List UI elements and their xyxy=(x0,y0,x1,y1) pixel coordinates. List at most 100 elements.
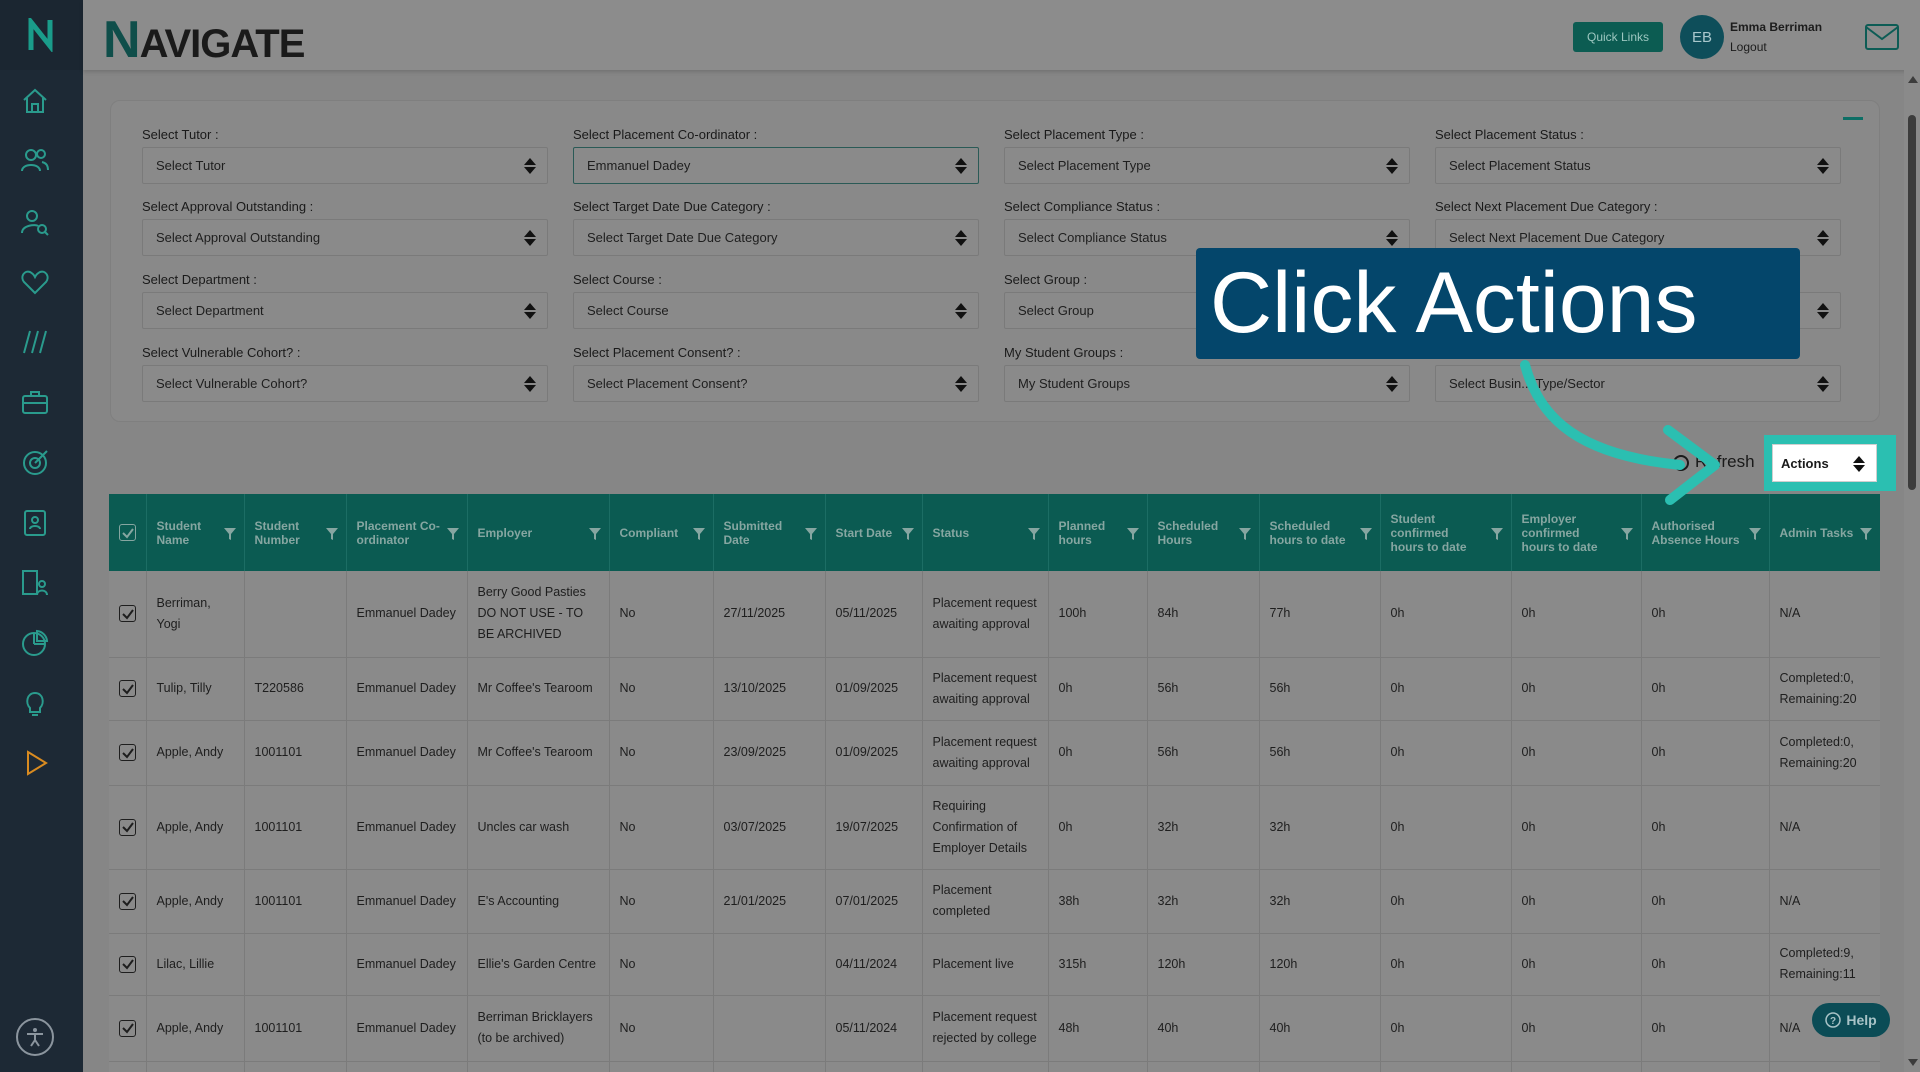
column-header-student-number[interactable]: Student Number xyxy=(244,494,347,571)
filter-icon[interactable] xyxy=(1126,527,1139,541)
filter-icon[interactable] xyxy=(1620,527,1633,541)
filter-icon[interactable] xyxy=(1748,527,1761,541)
filter-select[interactable]: My Student Groups xyxy=(1004,365,1410,402)
row-checkbox[interactable] xyxy=(119,818,136,836)
navigate-logo-icon[interactable] xyxy=(0,0,83,70)
home-icon[interactable] xyxy=(18,84,52,118)
table-cell: Placement request awaiting approval xyxy=(922,657,1049,721)
scroll-up-icon[interactable] xyxy=(1908,76,1918,83)
table-row[interactable]: Apple, Andy 1001101 Emmanuel Dadey Berriman… xyxy=(109,995,1880,1062)
filter-select[interactable]: Select Tutor xyxy=(142,147,548,184)
heart-icon[interactable] xyxy=(18,265,52,299)
filter-select[interactable]: Select Placement Consent? xyxy=(573,365,979,402)
collapse-panel-icon[interactable] xyxy=(1843,117,1863,120)
filter-icon[interactable] xyxy=(1490,527,1503,541)
table-cell: 0h xyxy=(1380,995,1512,1062)
filter-select[interactable]: Select Placement Type xyxy=(1004,147,1410,184)
target-icon[interactable] xyxy=(18,446,52,480)
filter-icon[interactable] xyxy=(325,527,338,541)
play-icon[interactable] xyxy=(18,746,52,780)
column-header-start-date[interactable]: Start Date xyxy=(825,494,923,571)
row-checkbox[interactable] xyxy=(119,1019,136,1037)
filter-select[interactable]: Select Course xyxy=(573,292,979,329)
filter-value: Select Placement Consent? xyxy=(587,376,748,391)
select-all-checkbox[interactable] xyxy=(119,524,136,541)
column-header-compliant[interactable]: Compliant xyxy=(609,494,714,571)
select-all-header[interactable] xyxy=(109,494,147,571)
table-cell: Apple, Andy xyxy=(146,869,245,934)
row-checkbox[interactable] xyxy=(119,744,136,761)
lightbulb-icon[interactable] xyxy=(18,686,52,720)
column-header-student-confirmed-hours-to-date[interactable]: Student confirmed hours to date xyxy=(1380,494,1512,571)
actions-select[interactable]: Actions xyxy=(1772,444,1877,482)
column-header-employer[interactable]: Employer xyxy=(467,494,610,571)
column-header-planned-hours[interactable]: Planned hours xyxy=(1048,494,1148,571)
help-button[interactable]: ? Help xyxy=(1812,1003,1890,1037)
table-cell: 32h xyxy=(1147,869,1260,934)
briefcase-icon[interactable] xyxy=(18,385,52,419)
column-header-scheduled-hours-to-date[interactable]: Scheduled hours to date xyxy=(1259,494,1381,571)
row-checkbox[interactable] xyxy=(119,892,136,910)
column-header-status[interactable]: Status xyxy=(922,494,1049,571)
filter-icon[interactable] xyxy=(901,527,914,541)
table-cell: Mr Coffee's Tearoom xyxy=(467,720,610,786)
filter-icon[interactable] xyxy=(588,527,601,541)
filter-icon[interactable] xyxy=(1238,527,1251,541)
scroll-thumb[interactable] xyxy=(1908,115,1916,490)
table-cell: 56h xyxy=(1147,720,1260,786)
table-cell: Emmanuel Dadey xyxy=(346,869,468,934)
table-row[interactable]: Berriman, Yogi Emmanuel Dadey Berry Good P… xyxy=(109,571,1880,658)
pie-chart-icon[interactable] xyxy=(18,626,52,660)
filter-icon[interactable] xyxy=(804,527,817,541)
row-select-cell xyxy=(109,571,147,658)
accessibility-icon[interactable] xyxy=(16,1018,54,1056)
logout-link[interactable]: Logout xyxy=(1730,40,1767,54)
filter-select[interactable]: Select Vulnerable Cohort? xyxy=(142,365,548,402)
table-row[interactable]: Placement request xyxy=(109,1061,1880,1072)
table-cell xyxy=(1769,1061,1880,1072)
filter-icon[interactable] xyxy=(223,527,236,541)
filter-select[interactable]: Select Approval Outstanding xyxy=(142,219,548,256)
avatar[interactable]: EB xyxy=(1680,15,1724,59)
organisation-user-icon[interactable] xyxy=(18,566,52,600)
filter-icon[interactable] xyxy=(692,527,705,541)
filter-icon[interactable] xyxy=(1359,527,1372,541)
page-scrollbar[interactable] xyxy=(1904,70,1920,1072)
quick-links-button[interactable]: Quick Links xyxy=(1573,22,1663,52)
filter-icon[interactable] xyxy=(1859,527,1872,541)
users-icon[interactable] xyxy=(18,143,52,177)
filter-select[interactable]: Select Target Date Due Category xyxy=(573,219,979,256)
row-select-cell xyxy=(109,657,147,721)
filter-icon[interactable] xyxy=(446,527,459,541)
column-header-admin-tasks[interactable]: Admin Tasks xyxy=(1769,494,1880,571)
column-header-placement-co-ordinator[interactable]: Placement Co-ordinator xyxy=(346,494,468,571)
filter-select-placement-consent: Select Placement Consent? : Select Placem… xyxy=(573,345,979,402)
filter-select-placement-type: Select Placement Type : Select Placement … xyxy=(1004,127,1410,184)
analytics-icon[interactable] xyxy=(18,325,52,359)
column-header-student-name[interactable]: Student Name xyxy=(146,494,245,571)
scroll-down-icon[interactable] xyxy=(1908,1059,1918,1066)
filter-select[interactable]: Emmanuel Dadey xyxy=(573,147,979,184)
table-cell xyxy=(609,1061,714,1072)
filter-select[interactable]: Select Department xyxy=(142,292,548,329)
row-checkbox[interactable] xyxy=(119,680,136,697)
table-row[interactable]: Apple, Andy 1001101 Emmanuel Dadey E's Acco… xyxy=(109,869,1880,934)
table-cell: 1001101 xyxy=(244,995,347,1062)
table-row[interactable]: Lilac, Lillie Emmanuel Dadey Ellie's Garde… xyxy=(109,933,1880,996)
contact-card-icon[interactable] xyxy=(18,506,52,540)
mail-icon[interactable] xyxy=(1865,24,1899,50)
filter-icon[interactable] xyxy=(1027,527,1040,541)
row-checkbox[interactable] xyxy=(119,955,136,973)
user-search-icon[interactable] xyxy=(18,205,52,239)
table-row[interactable]: Apple, Andy 1001101 Emmanuel Dadey Uncles c… xyxy=(109,785,1880,870)
filter-select-placement-status: Select Placement Status : Select Placemen… xyxy=(1435,127,1841,184)
column-header-submitted-date[interactable]: Submitted Date xyxy=(713,494,826,571)
filter-label: Select Placement Consent? : xyxy=(573,345,741,360)
table-row[interactable]: Tulip, Tilly T220586 Emmanuel Dadey Mr Coff… xyxy=(109,657,1880,721)
column-header-scheduled-hours[interactable]: Scheduled Hours xyxy=(1147,494,1260,571)
table-cell: Placement request awaiting approval xyxy=(922,720,1049,786)
row-checkbox[interactable] xyxy=(119,605,136,623)
table-row[interactable]: Apple, Andy 1001101 Emmanuel Dadey Mr Coffe… xyxy=(109,720,1880,786)
filter-select[interactable]: Select Placement Status xyxy=(1435,147,1841,184)
table-cell: T220586 xyxy=(244,657,347,721)
